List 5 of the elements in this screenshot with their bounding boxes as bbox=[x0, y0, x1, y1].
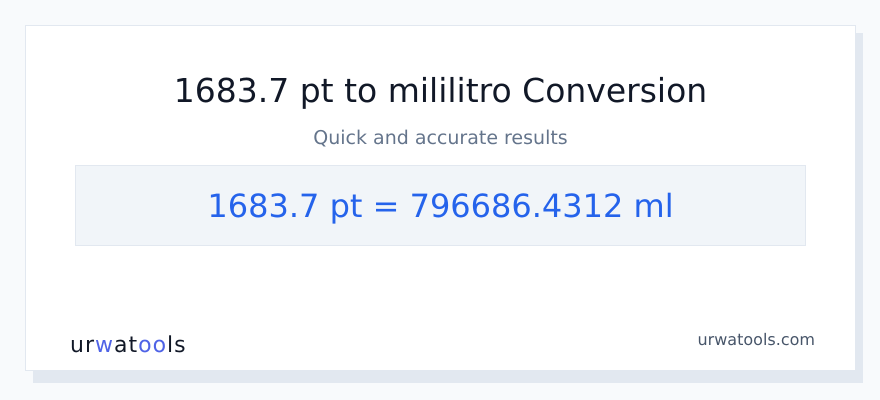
site-url: urwatools.com bbox=[698, 329, 815, 351]
logo: urwatools bbox=[70, 332, 187, 360]
page-title: 1683.7 pt to mililitro Conversion bbox=[174, 70, 708, 112]
result-text: 1683.7 pt = 796686.4312 ml bbox=[207, 186, 674, 226]
subtitle: Quick and accurate results bbox=[313, 126, 568, 150]
